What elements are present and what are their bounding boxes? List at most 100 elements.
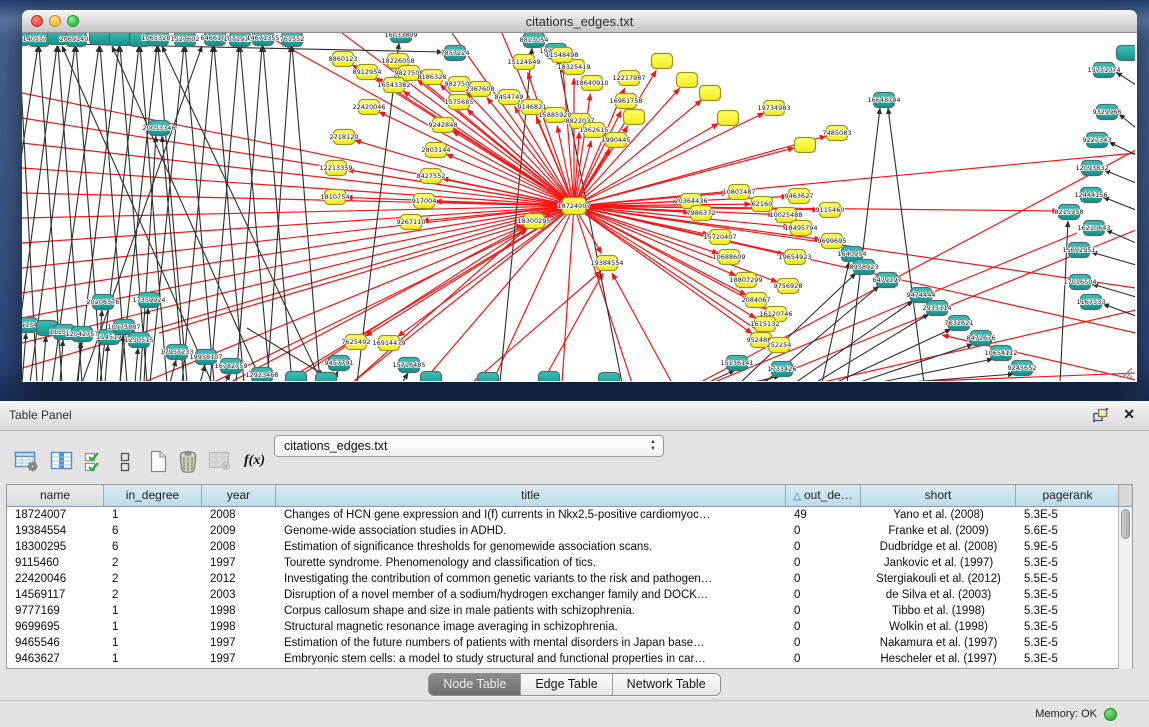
cell-in_degree[interactable]: 6 bbox=[104, 539, 202, 555]
table-row[interactable]: 1872400712008Changes of HCN gene express… bbox=[7, 507, 1132, 523]
new-document-icon[interactable] bbox=[148, 448, 168, 474]
citation-edge-black[interactable] bbox=[402, 373, 408, 381]
cell-year[interactable]: 2003 bbox=[202, 587, 276, 603]
graph-node-teal[interactable]: 14671355 bbox=[246, 33, 279, 46]
citation-edge-black[interactable] bbox=[140, 46, 167, 381]
cell-year[interactable]: 1997 bbox=[202, 555, 276, 571]
cell-year[interactable]: 2008 bbox=[202, 507, 276, 523]
tab-edge-table[interactable]: Edge Table bbox=[521, 674, 612, 695]
table-source-selector[interactable]: citations_edges.txt ▲▼ bbox=[274, 435, 664, 457]
nodes-layer[interactable]: 1405571720691406106532871527602646616110… bbox=[22, 33, 1135, 381]
graph-node-yellow[interactable]: 2084067 bbox=[742, 293, 771, 308]
graph-node-yellow[interactable]: 19654923 bbox=[778, 250, 811, 265]
cell-out_de[interactable]: 0 bbox=[786, 619, 861, 635]
cell-name[interactable]: 18724007 bbox=[7, 507, 104, 523]
citation-edge-red[interactable] bbox=[542, 273, 603, 381]
cell-short[interactable]: de Silva et al. (2003) bbox=[861, 587, 1016, 603]
graph-node-teal[interactable] bbox=[110, 33, 131, 46]
close-panel-icon[interactable]: ✕ bbox=[1123, 406, 1135, 423]
cell-in_degree[interactable]: 1 bbox=[104, 651, 202, 667]
cell-year[interactable]: 1998 bbox=[202, 603, 276, 619]
graph-node-teal[interactable] bbox=[1117, 46, 1136, 61]
cell-pagerank[interactable]: 5.3E-5 bbox=[1016, 587, 1120, 603]
cell-short[interactable]: Wolkin et al. (1998) bbox=[861, 619, 1016, 635]
cell-title[interactable]: Genome-wide association studies in ADHD. bbox=[276, 523, 786, 539]
cell-pagerank[interactable]: 5.3E-5 bbox=[1016, 651, 1120, 667]
citation-edge-black[interactable] bbox=[1060, 221, 1068, 381]
graph-node-teal[interactable]: 17016504 bbox=[1063, 275, 1096, 290]
column-header-pagerank[interactable]: pagerank bbox=[1016, 485, 1120, 507]
cell-title[interactable]: Tourette syndrome. Phenomenology and cla… bbox=[276, 555, 786, 571]
citation-edge-black[interactable] bbox=[357, 43, 399, 381]
graph-node-teal[interactable] bbox=[539, 372, 560, 382]
graph-node-yellow[interactable]: 9242848 bbox=[429, 118, 458, 133]
cell-short[interactable]: Dudbridge et al. (2008) bbox=[861, 539, 1016, 555]
graph-node-yellow[interactable]: 9463627 bbox=[785, 189, 814, 204]
table-row[interactable]: 1830029562008Estimation of significance … bbox=[7, 539, 1132, 555]
column-header-title[interactable]: title bbox=[276, 485, 786, 507]
graph-node-yellow[interactable] bbox=[677, 73, 698, 88]
cell-year[interactable]: 2012 bbox=[202, 571, 276, 587]
cell-out_de[interactable]: 0 bbox=[786, 539, 861, 555]
graph-node-teal[interactable]: 15692951 bbox=[1062, 243, 1095, 258]
graph-node-teal[interactable] bbox=[286, 372, 307, 382]
graph-node-yellow[interactable]: 16961758 bbox=[609, 94, 642, 109]
graph-node-yellow[interactable]: 2803144 bbox=[422, 143, 451, 158]
cell-name[interactable]: 9465546 bbox=[7, 635, 104, 651]
graph-node-yellow[interactable]: 18300295 bbox=[517, 214, 550, 229]
graph-node-teal[interactable]: 39154 bbox=[22, 318, 38, 333]
cell-title[interactable]: Estimation of the future numbers of pati… bbox=[276, 635, 786, 651]
column-header-out_de[interactable]: △out_de… bbox=[786, 485, 861, 507]
column-header-short[interactable]: short bbox=[861, 485, 1016, 507]
cell-in_degree[interactable]: 2 bbox=[104, 571, 202, 587]
graph-node-teal[interactable]: 8215958 bbox=[1055, 205, 1084, 220]
node-table[interactable]: namein_degreeyeartitle△out_de…shortpager… bbox=[6, 484, 1133, 669]
graph-node-teal[interactable]: 16648784 bbox=[867, 93, 900, 108]
graph-node-yellow[interactable]: 8427552 bbox=[417, 169, 446, 184]
citation-edge-black[interactable] bbox=[1104, 170, 1135, 183]
cell-name[interactable]: 18300295 bbox=[7, 539, 104, 555]
graph-node-teal[interactable]: 1527602 bbox=[171, 33, 200, 47]
row-height-icon[interactable] bbox=[119, 448, 131, 474]
cell-pagerank[interactable]: 5.3E-5 bbox=[1016, 507, 1120, 523]
cell-out_de[interactable]: 0 bbox=[786, 571, 861, 587]
table-row[interactable]: 946362711997Embryonic stem cells: a mode… bbox=[7, 651, 1132, 667]
show-columns-icon[interactable] bbox=[50, 448, 73, 474]
citation-edge-black[interactable] bbox=[822, 262, 849, 381]
graph-node-yellow[interactable]: 917004 bbox=[412, 194, 437, 209]
graph-node-teal[interactable]: 20206576 bbox=[86, 295, 119, 310]
graph-node-yellow[interactable]: 2367608 bbox=[466, 82, 495, 97]
column-header-name[interactable]: name bbox=[7, 485, 104, 507]
cell-in_degree[interactable]: 2 bbox=[104, 555, 202, 571]
combo-stepper-icon[interactable]: ▲▼ bbox=[650, 439, 656, 453]
cell-in_degree[interactable]: 1 bbox=[104, 635, 202, 651]
resize-grip[interactable] bbox=[1119, 365, 1133, 379]
graph-node-yellow[interactable]: 9115460 bbox=[816, 203, 845, 218]
cell-pagerank[interactable]: 5.5E-5 bbox=[1016, 571, 1120, 587]
graph-node-yellow[interactable]: 1990445 bbox=[602, 133, 631, 148]
cell-out_de[interactable]: 0 bbox=[786, 651, 861, 667]
citation-edge-black[interactable] bbox=[1109, 142, 1135, 155]
cell-title[interactable]: Disruption of a novel member of a sodium… bbox=[276, 587, 786, 603]
cell-in_degree[interactable]: 1 bbox=[104, 507, 202, 523]
table-row[interactable]: 969969511998Structural magnetic resonanc… bbox=[7, 619, 1132, 635]
graph-node-teal[interactable]: 1250515 bbox=[125, 333, 154, 348]
cell-pagerank[interactable]: 5.3E-5 bbox=[1016, 635, 1120, 651]
graph-node-teal[interactable]: 15751074 bbox=[1087, 63, 1120, 78]
column-header-year[interactable]: year bbox=[202, 485, 276, 507]
table-settings-icon[interactable] bbox=[14, 448, 39, 474]
cell-in_degree[interactable]: 1 bbox=[104, 619, 202, 635]
cell-out_de[interactable]: 0 bbox=[786, 523, 861, 539]
cell-title[interactable]: Corpus callosum shape and size in male p… bbox=[276, 603, 786, 619]
network-canvas[interactable]: 1405571720691406106532871527602646616110… bbox=[22, 33, 1135, 381]
cell-in_degree[interactable]: 1 bbox=[104, 603, 202, 619]
cell-pagerank[interactable]: 5.3E-5 bbox=[1016, 555, 1120, 571]
table-row[interactable]: 977716911998Corpus callosum shape and si… bbox=[7, 603, 1132, 619]
graph-node-yellow[interactable]: 7625402 bbox=[342, 335, 371, 350]
cell-name[interactable]: 14569117 bbox=[7, 587, 104, 603]
cell-short[interactable]: Stergiakouli et al. (2012) bbox=[861, 571, 1016, 587]
graph-node-yellow[interactable]: 7986372 bbox=[687, 206, 716, 221]
graph-node-yellow[interactable]: 8186328 bbox=[418, 70, 447, 85]
graph-node-yellow[interactable]: 2718120 bbox=[330, 130, 359, 145]
graph-node-teal[interactable]: 12923468 bbox=[245, 368, 278, 382]
